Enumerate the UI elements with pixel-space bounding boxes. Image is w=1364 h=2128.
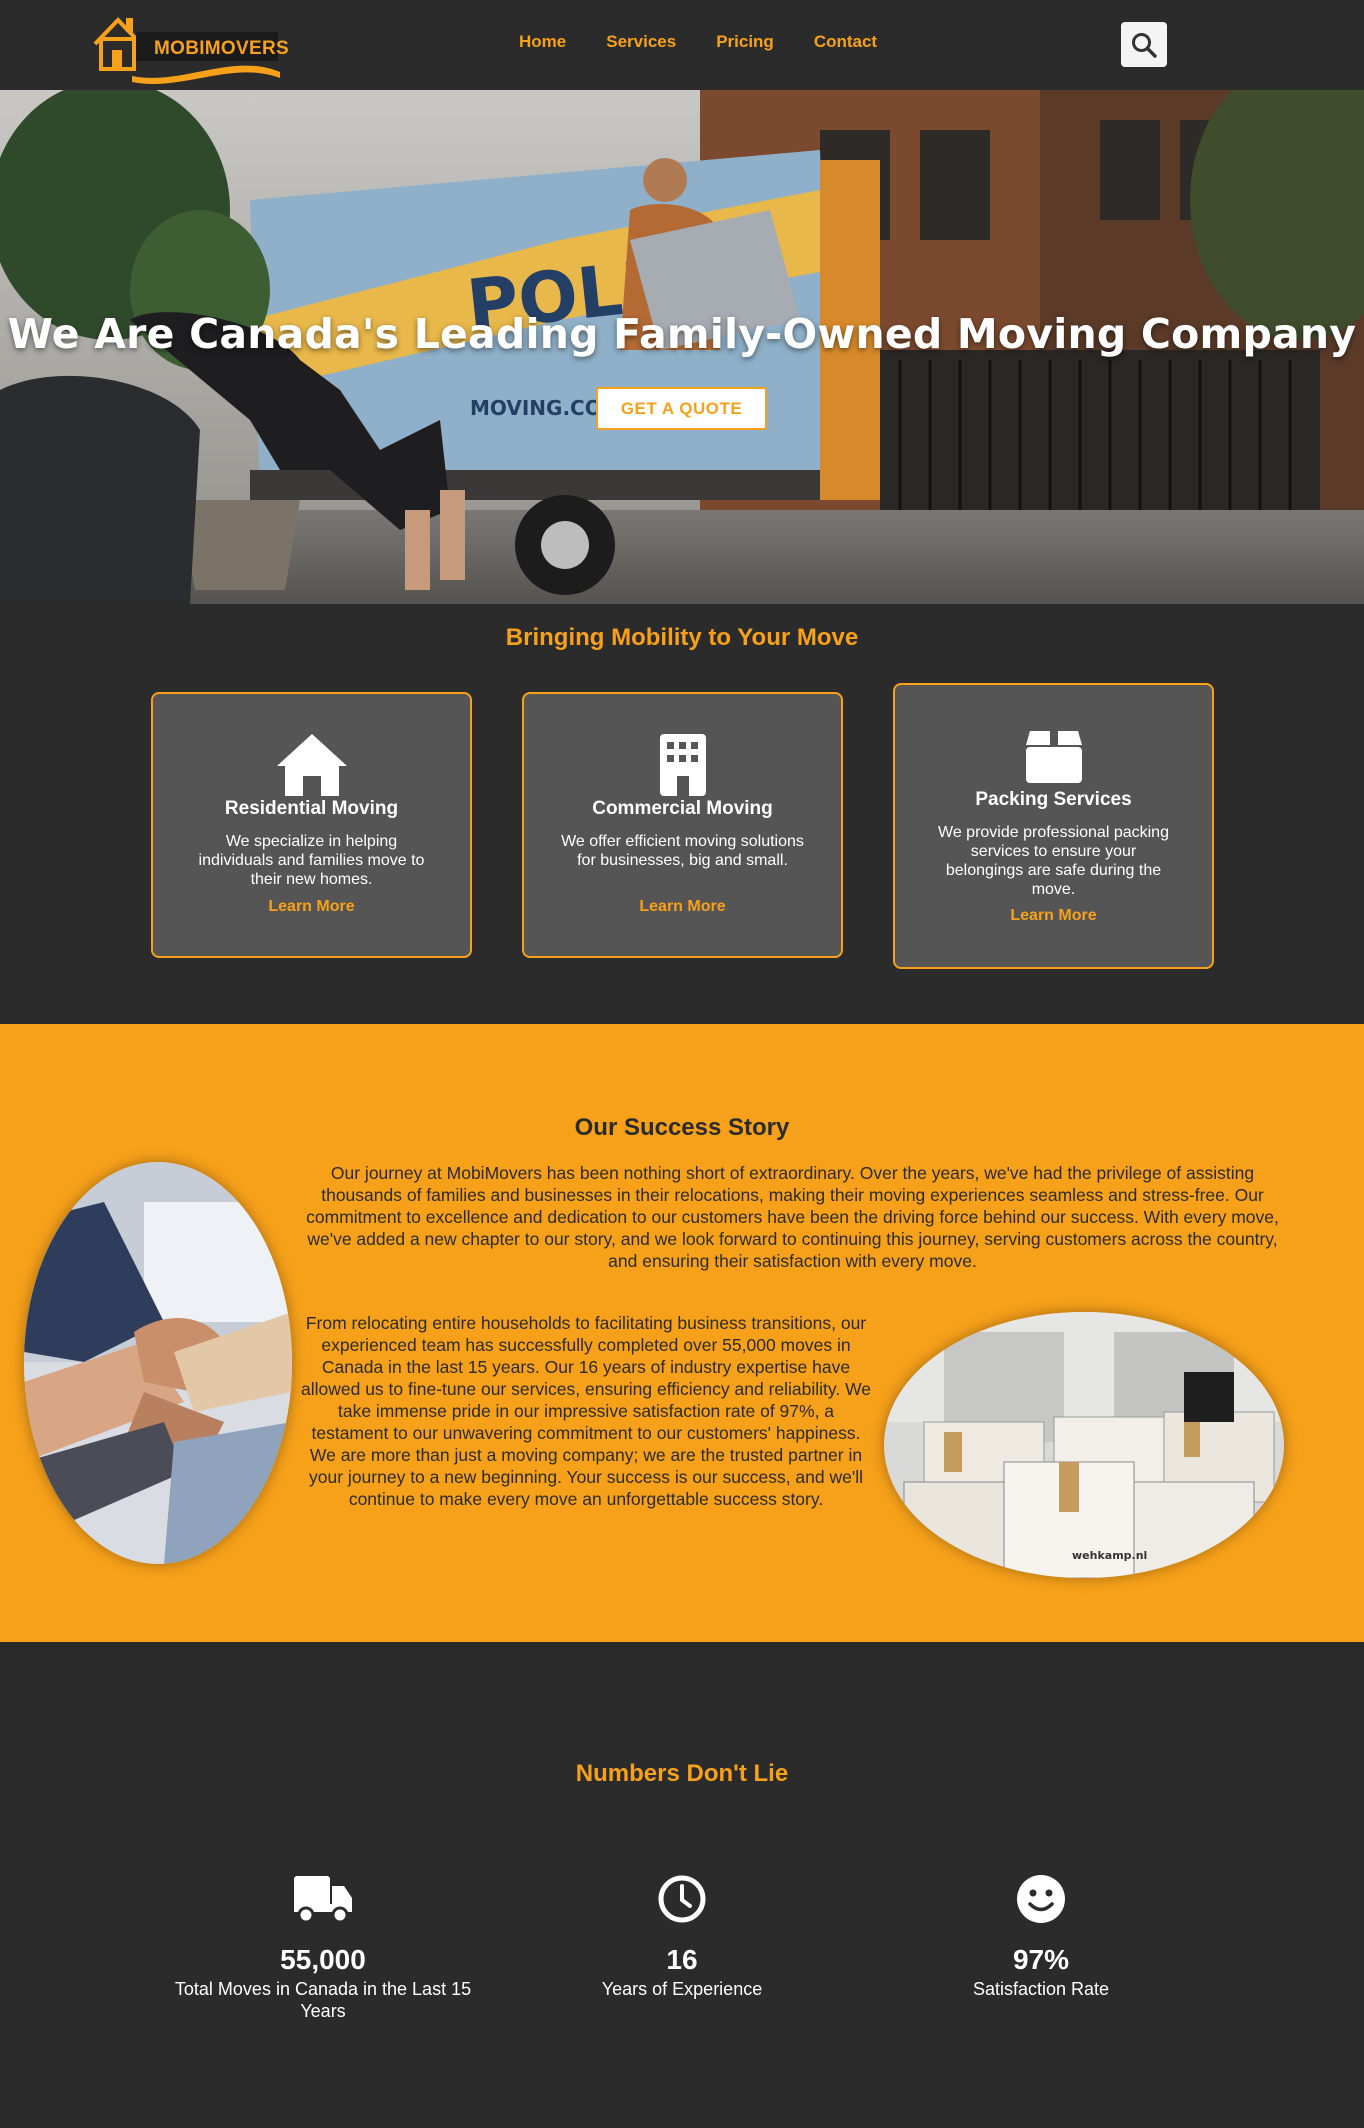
- logo[interactable]: MOBIMOVERS: [92, 6, 289, 84]
- nav-pricing[interactable]: Pricing: [716, 32, 774, 52]
- top-navbar: MOBIMOVERS Home Services Pricing Contact: [0, 0, 1364, 90]
- hero-banner: POLIS MOVING.COM We Are Canada's Leading…: [0, 90, 1364, 604]
- stat-value: 97%: [1012, 1944, 1070, 1975]
- stat-value: 55,000: [280, 1944, 366, 1975]
- stat-label: Years of Experience: [601, 1979, 763, 1999]
- clock-icon: [658, 1875, 706, 1923]
- learn-more-link[interactable]: Learn More: [524, 898, 841, 916]
- story-paragraph-1: Our journey at MobiMovers has been nothi…: [306, 1163, 1279, 1271]
- service-desc: We offer efficient moving solutions for …: [561, 833, 804, 869]
- numbers-section: Numbers Don't Lie 55,000 Total Moves in …: [0, 1642, 1364, 2128]
- smile-icon: [1017, 1875, 1065, 1923]
- stat-value: 16: [666, 1944, 698, 1975]
- service-card-residential: Residential Moving We specialize in help…: [151, 692, 472, 958]
- building-icon: [659, 734, 706, 796]
- services-section: Bringing Mobility to Your Move Residenti…: [0, 604, 1364, 1024]
- hero-title: We Are Canada's Leading Family-Owned Mov…: [7, 310, 1357, 358]
- get-quote-button[interactable]: GET A QUOTE: [596, 387, 767, 430]
- service-desc: We specialize in helping individuals and…: [198, 833, 425, 888]
- services-title: Bringing Mobility to Your Move: [505, 624, 859, 651]
- service-card-packing: Packing Services We provide professional…: [893, 683, 1214, 969]
- brand-name: MOBIMOVERS: [154, 38, 289, 59]
- service-card-commercial: Commercial Moving We offer efficient mov…: [522, 692, 843, 958]
- truck-icon: [294, 1876, 352, 1924]
- box-brand-label: wehkamp.nl: [1072, 1549, 1147, 1562]
- story-title: Our Success Story: [574, 1114, 790, 1141]
- hands-photo: [24, 1162, 292, 1564]
- box-icon: [1025, 729, 1082, 783]
- nav-home[interactable]: Home: [519, 32, 566, 52]
- learn-more-link[interactable]: Learn More: [153, 898, 470, 916]
- success-story-section: Our Success Story Our journey at MobiMov…: [0, 1024, 1364, 1642]
- nav-links: Home Services Pricing Contact: [519, 32, 877, 52]
- search-button[interactable]: [1121, 22, 1167, 67]
- nav-contact[interactable]: Contact: [814, 32, 877, 52]
- service-title: Packing Services: [975, 789, 1132, 810]
- stat-satisfaction: 97% Satisfaction Rate: [881, 1874, 1201, 2000]
- stat-label: Satisfaction Rate: [972, 1979, 1110, 1999]
- nav-services[interactable]: Services: [606, 32, 676, 52]
- service-title: Commercial Moving: [592, 798, 773, 819]
- teamwork-hands-image: [24, 1162, 292, 1564]
- service-desc: We provide professional packing services…: [938, 824, 1169, 898]
- house-icon: [276, 734, 347, 796]
- boxes-photo: wehkamp.nl: [884, 1312, 1284, 1578]
- learn-more-link[interactable]: Learn More: [895, 907, 1212, 925]
- stat-total-moves: 55,000 Total Moves in Canada in the Last…: [163, 1874, 483, 2022]
- moving-boxes-image: wehkamp.nl: [884, 1312, 1284, 1578]
- service-title: Residential Moving: [224, 798, 399, 819]
- stat-label: Total Moves in Canada in the Last 15 Yea…: [174, 1979, 472, 2021]
- search-icon: [1132, 32, 1157, 58]
- stat-years-experience: 16 Years of Experience: [522, 1874, 842, 2000]
- numbers-title: Numbers Don't Lie: [575, 1760, 789, 1787]
- story-paragraph-2: From relocating entire households to fac…: [300, 1313, 871, 1509]
